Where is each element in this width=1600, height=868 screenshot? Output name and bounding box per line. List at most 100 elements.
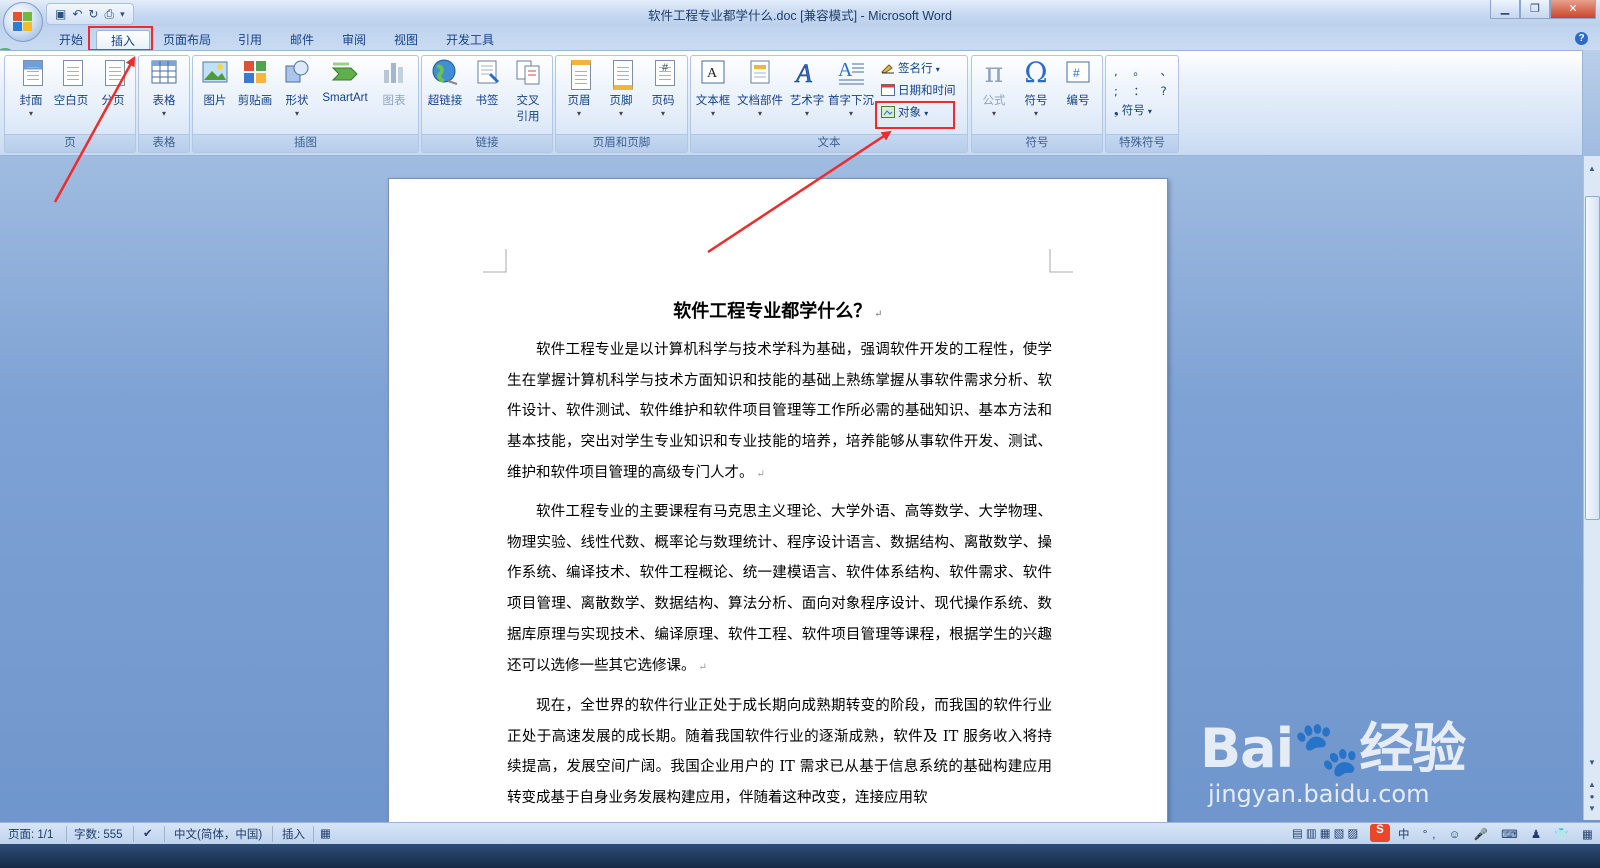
scrollbar-thumb[interactable] — [1585, 196, 1600, 520]
tab-page-layout[interactable]: 页面布局 — [158, 30, 216, 50]
tab-review[interactable]: 审阅 — [334, 30, 374, 50]
watermark-logo: Bai🐾经验 — [1200, 717, 1466, 780]
paragraph-2: 软件工程专业的主要课程有马克思主义理论、大学外语、高等数学、大学物理、物理实验、… — [507, 504, 1052, 674]
scroll-down-arrow-icon[interactable]: ▼ — [1584, 758, 1600, 772]
group-label-tables: 表格 — [139, 134, 189, 152]
footer-icon — [607, 58, 635, 90]
bookmark-button[interactable]: 书签 — [468, 58, 506, 108]
header-button[interactable]: 页眉 ▾ — [558, 58, 600, 118]
symbol-button[interactable]: Ω 符号 ▾ — [1016, 56, 1056, 119]
tab-home[interactable]: 开始 — [52, 30, 90, 50]
signature-line-button[interactable]: 签名行 ▾ — [881, 60, 940, 78]
drop-cap-button[interactable]: A 首字下沉 ▾ — [827, 58, 875, 118]
numbering-button[interactable]: # 编号 — [1058, 58, 1098, 108]
equation-button[interactable]: π 公式 ▾ — [974, 56, 1014, 119]
punctuation-row-1[interactable]: , 。 、 — [1114, 62, 1178, 80]
smartart-button[interactable]: SmartArt — [317, 58, 373, 104]
drop-cap-icon: A — [837, 58, 865, 88]
language-indicator[interactable]: 中文(简体，中国) — [174, 826, 262, 842]
group-pages: 封面 ▾ 空白页 分页 页 — [4, 55, 136, 153]
blank-page-icon — [57, 58, 85, 88]
group-illustrations: 图片 剪贴画 形状 ▾ SmartArt 图表 插图 — [192, 55, 419, 153]
office-logo-icon — [13, 12, 33, 32]
footer-button[interactable]: 页脚 ▾ — [600, 58, 642, 118]
clipart-button[interactable]: 剪贴画 — [235, 58, 275, 108]
group-special-symbols: , 。 、 ; ： ? ❟ 符号 ▾ 特殊符号 — [1105, 55, 1179, 153]
page-number-icon: # — [649, 58, 677, 88]
group-links: 超链接 书签 交叉 引用 链接 — [421, 55, 553, 153]
picture-icon — [201, 58, 229, 88]
punctuation-row-2[interactable]: ; ： ? — [1114, 82, 1173, 100]
blank-page-button[interactable]: 空白页 — [51, 58, 91, 108]
tab-mailings[interactable]: 邮件 — [282, 30, 322, 50]
margin-corner-top-right — [1049, 249, 1073, 273]
hyperlink-button[interactable]: 超链接 — [424, 58, 466, 108]
ribbon-tabs: 开始 插入 页面布局 引用 邮件 审阅 视图 开发工具 ? — [0, 26, 1600, 51]
shapes-icon — [283, 58, 311, 88]
page-count[interactable]: 页面: 1/1 — [8, 826, 53, 842]
next-page-icon[interactable]: ▼ — [1584, 804, 1600, 818]
word-count[interactable]: 字数: 555 — [74, 826, 123, 842]
cover-page-button[interactable]: 封面 ▾ — [11, 58, 51, 118]
tab-references[interactable]: 引用 — [230, 30, 270, 50]
svg-text:A: A — [838, 59, 853, 81]
maximize-button[interactable]: ❐ — [1520, 0, 1550, 19]
group-label-header-footer: 页眉和页脚 — [556, 134, 687, 152]
cover-page-icon — [17, 58, 45, 88]
textbox-icon: A — [699, 58, 727, 88]
baidu-watermark: Bai🐾经验 jingyan.baidu.com — [1200, 680, 1500, 830]
chart-button[interactable]: 图表 — [375, 58, 413, 108]
picture-button[interactable]: 图片 — [197, 58, 233, 108]
svg-text:A: A — [707, 66, 718, 81]
wordart-button[interactable]: A 艺术字 ▾ — [787, 58, 827, 118]
document-title: 软件工程专业都学什么？ ↵ — [673, 301, 883, 322]
group-label-text: 文本 — [691, 134, 967, 152]
page-number-button[interactable]: # 页码 ▾ — [642, 58, 684, 118]
proofing-icon[interactable]: ✔︎ — [143, 826, 153, 840]
object-button-highlight — [875, 101, 955, 129]
group-symbols: π 公式 ▾ Ω 符号 ▾ # 编号 符号 — [971, 55, 1103, 153]
shapes-button[interactable]: 形状 ▾ — [279, 58, 315, 118]
bullet-icon: ❟ — [1114, 105, 1122, 117]
svg-text:A: A — [794, 59, 812, 86]
page-break-icon — [99, 58, 127, 88]
window-title: 软件工程专业都学什么.doc [兼容模式] - Microsoft Word — [648, 9, 952, 23]
group-label-illustrations: 插图 — [193, 134, 418, 152]
special-symbol-menu-button[interactable]: ❟ 符号 ▾ — [1114, 102, 1152, 120]
taskbar — [0, 844, 1600, 868]
watermark-url: jingyan.baidu.com — [1208, 780, 1430, 808]
group-tables: 表格 ▾ 表格 — [138, 55, 190, 153]
help-icon[interactable]: ? — [1575, 32, 1588, 45]
textbox-button[interactable]: A 文本框 ▾ — [693, 58, 733, 118]
table-icon — [150, 58, 178, 88]
minimize-button[interactable]: ▁ — [1490, 0, 1520, 19]
macro-record-icon[interactable]: ▦ — [320, 826, 331, 840]
hyperlink-icon — [431, 58, 459, 88]
office-button[interactable] — [3, 2, 43, 42]
ribbon: 封面 ▾ 空白页 分页 页 表格 ▾ 表格 图片 剪贴画 形状 ▾ SmartA… — [0, 50, 1583, 156]
document-page[interactable]: 软件工程专业都学什么？ ↵ 软件工程专业是以计算机科学与技术学科为基础，强调软件开… — [388, 178, 1168, 840]
tab-view[interactable]: 视图 — [386, 30, 426, 50]
close-button[interactable]: ✕ — [1550, 0, 1596, 19]
group-label-links: 链接 — [422, 134, 552, 152]
window-controls: ▁ ❐ ✕ — [1490, 0, 1596, 19]
table-button[interactable]: 表格 ▾ — [144, 58, 184, 118]
omega-icon: Ω — [1024, 56, 1048, 89]
page-break-button[interactable]: 分页 — [93, 58, 133, 108]
cross-reference-icon — [514, 58, 542, 88]
group-text: A 文本框 ▾ 文档部件 ▾ A 艺术字 ▾ A 首字下沉 ▾ 签名行 ▾ 日期和时间 — [690, 55, 968, 153]
group-label-symbols: 符号 — [972, 134, 1102, 152]
scroll-up-arrow-icon[interactable]: ▲ — [1584, 164, 1600, 178]
paragraph-3: 现在，全世界的软件行业正处于成长期向成熟期转变的阶段，而我国的软件行业正处于高速… — [507, 698, 1052, 807]
paragraph-1: 软件工程专业是以计算机科学与技术学科为基础，强调软件开发的工程性，使学生在掌握计… — [507, 342, 1052, 481]
insert-tab-highlight — [88, 26, 153, 51]
vertical-scrollbar[interactable]: ▲ ▼ ▲ ● ▼ — [1583, 156, 1600, 820]
cross-reference-button[interactable]: 交叉 引用 — [508, 58, 548, 124]
clipart-icon — [241, 58, 269, 88]
pi-icon: π — [984, 56, 1004, 89]
signature-line-icon — [881, 62, 895, 74]
date-time-button[interactable]: 日期和时间 — [881, 82, 956, 100]
tab-developer[interactable]: 开发工具 — [440, 30, 500, 50]
quick-parts-button[interactable]: 文档部件 ▾ — [735, 58, 785, 118]
insert-mode-indicator[interactable]: 插入 — [282, 826, 305, 842]
